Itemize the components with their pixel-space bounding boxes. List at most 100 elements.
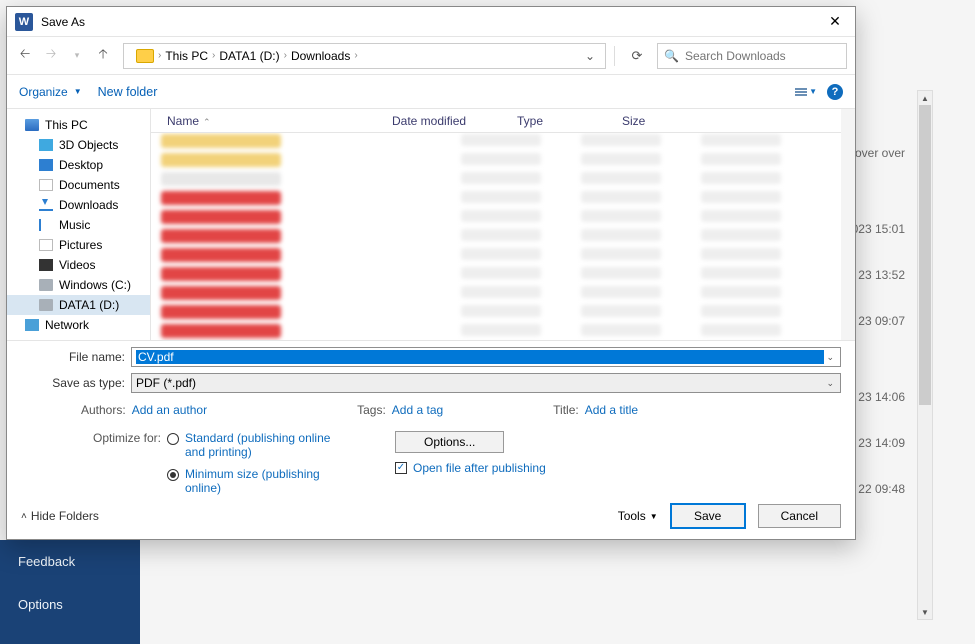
checkbox-icon xyxy=(395,462,407,474)
new-folder-button[interactable]: New folder xyxy=(98,85,158,99)
bg-scrollbar-thumb[interactable] xyxy=(919,105,931,405)
list-item[interactable] xyxy=(161,134,845,152)
nav-tree[interactable]: This PC 3D Objects Desktop Documents Downloa… xyxy=(7,109,151,340)
tree-item-desktop[interactable]: Desktop xyxy=(7,155,150,175)
chevron-down-icon[interactable]: ⌄ xyxy=(824,378,836,389)
tree-item-label: Videos xyxy=(59,258,95,272)
tree-item-data1-d-[interactable]: DATA1 (D:) xyxy=(7,295,150,315)
chevron-up-icon: ˄ xyxy=(21,511,27,522)
pc-icon xyxy=(25,119,39,131)
list-item[interactable] xyxy=(161,324,845,340)
list-header: Name⌃ Date modified Type Size xyxy=(151,109,855,133)
list-item[interactable] xyxy=(161,248,845,266)
recent-dropdown[interactable]: ▾ xyxy=(67,46,87,66)
up-button[interactable]: 🡡 xyxy=(93,46,113,66)
back-button[interactable]: 🡠 xyxy=(15,46,35,66)
authors-field[interactable]: Add an author xyxy=(132,403,207,417)
view-mode-button[interactable]: ▼ xyxy=(795,87,817,96)
tree-item-label: Windows (C:) xyxy=(59,278,131,292)
folder-icon xyxy=(136,49,154,63)
tools-menu[interactable]: Tools▼ xyxy=(618,509,658,523)
tree-item-music[interactable]: Music xyxy=(7,215,150,235)
file-name-value[interactable]: CV.pdf xyxy=(136,350,824,364)
radio-icon xyxy=(167,433,179,445)
col-size[interactable]: Size xyxy=(616,114,696,128)
save-type-combo[interactable]: PDF (*.pdf) ⌄ xyxy=(131,373,841,393)
tree-item-pictures[interactable]: Pictures xyxy=(7,235,150,255)
tree-item-network[interactable]: Network xyxy=(7,315,150,335)
organize-menu[interactable]: Organize▼ xyxy=(19,85,82,99)
col-name[interactable]: Name⌃ xyxy=(161,114,386,128)
address-bar[interactable]: › This PC › DATA1 (D:) › Downloads › ⌄ xyxy=(123,43,606,69)
list-item[interactable] xyxy=(161,305,845,323)
scroll-down-icon[interactable]: ▼ xyxy=(918,605,932,619)
doc-icon xyxy=(39,179,53,191)
open-after-checkbox-row[interactable]: Open file after publishing xyxy=(395,461,546,475)
bg-scrollbar[interactable]: ▲ ▼ xyxy=(917,90,933,620)
list-item[interactable] xyxy=(161,267,845,285)
list-item[interactable] xyxy=(161,172,845,190)
tree-item-label: Pictures xyxy=(59,238,102,252)
chevron-down-icon: ▼ xyxy=(650,512,658,521)
radio-label: Standard (publishing online and printing… xyxy=(185,431,335,459)
help-icon[interactable]: ? xyxy=(827,84,843,100)
list-item[interactable] xyxy=(161,286,845,304)
chevron-down-icon: ▼ xyxy=(74,87,82,96)
cancel-button[interactable]: Cancel xyxy=(758,504,841,528)
tree-item-label: Documents xyxy=(59,178,120,192)
open-after-label: Open file after publishing xyxy=(413,461,546,475)
list-item[interactable] xyxy=(161,191,845,209)
vid-icon xyxy=(39,259,53,271)
chevron-down-icon[interactable]: ⌄ xyxy=(824,352,836,363)
chevron-right-icon: › xyxy=(354,50,357,61)
optimize-standard-radio[interactable]: Standard (publishing online and printing… xyxy=(167,431,335,459)
tree-item-label: Downloads xyxy=(59,198,118,212)
file-name-combo[interactable]: CV.pdf ⌄ xyxy=(131,347,841,367)
tree-item-windows-c-[interactable]: Windows (C:) xyxy=(7,275,150,295)
breadcrumb-item[interactable]: DATA1 (D:) xyxy=(219,49,279,63)
col-type[interactable]: Type xyxy=(511,114,616,128)
tree-item-label: Network xyxy=(45,318,89,332)
hide-folders-button[interactable]: ˄Hide Folders xyxy=(21,509,99,523)
close-icon[interactable]: ✕ xyxy=(815,13,855,30)
chevron-down-icon: ▼ xyxy=(809,87,817,96)
list-item[interactable] xyxy=(161,229,845,247)
save-as-dialog: Save As ✕ 🡠 🡢 ▾ 🡡 › This PC › DATA1 (D:)… xyxy=(6,6,856,540)
dialog-title: Save As xyxy=(41,15,815,29)
titlebar: Save As ✕ xyxy=(7,7,855,37)
tree-item-this-pc[interactable]: This PC xyxy=(7,115,150,135)
list-scrollbar[interactable] xyxy=(841,109,855,340)
list-item[interactable] xyxy=(161,210,845,228)
address-dropdown-icon[interactable]: ⌄ xyxy=(585,49,599,63)
tree-item-documents[interactable]: Documents xyxy=(7,175,150,195)
radio-label: Minimum size (publishing online) xyxy=(185,467,335,495)
breadcrumb-item[interactable]: This PC xyxy=(165,49,208,63)
tree-item-label: This PC xyxy=(45,118,88,132)
col-date[interactable]: Date modified xyxy=(386,114,511,128)
scroll-up-icon[interactable]: ▲ xyxy=(918,91,932,105)
search-input[interactable] xyxy=(685,49,840,63)
tree-item-label: Desktop xyxy=(59,158,103,172)
list-item[interactable] xyxy=(161,153,845,171)
options-button[interactable]: Options... xyxy=(395,431,504,453)
search-box[interactable]: 🔍 xyxy=(657,43,847,69)
pic-icon xyxy=(39,239,53,251)
save-type-value: PDF (*.pdf) xyxy=(136,376,824,390)
music-icon xyxy=(39,219,53,231)
save-button[interactable]: Save xyxy=(670,503,746,529)
optimize-minimum-radio[interactable]: Minimum size (publishing online) xyxy=(167,467,335,495)
sidebar-item-feedback[interactable]: Feedback xyxy=(0,540,140,583)
nav-row: 🡠 🡢 ▾ 🡡 › This PC › DATA1 (D:) › Downloa… xyxy=(7,37,855,75)
tree-item-3d-objects[interactable]: 3D Objects xyxy=(7,135,150,155)
title-field[interactable]: Add a title xyxy=(585,403,638,417)
sidebar-item-options[interactable]: Options xyxy=(0,583,140,626)
chevron-right-icon: › xyxy=(284,50,287,61)
tree-item-videos[interactable]: Videos xyxy=(7,255,150,275)
refresh-button[interactable]: ⟳ xyxy=(623,46,651,66)
breadcrumb-item[interactable]: Downloads xyxy=(291,49,350,63)
tags-field[interactable]: Add a tag xyxy=(392,403,443,417)
list-body[interactable] xyxy=(151,133,855,340)
tree-item-label: DATA1 (D:) xyxy=(59,298,119,312)
tree-item-downloads[interactable]: Downloads xyxy=(7,195,150,215)
chevron-right-icon: › xyxy=(158,50,161,61)
